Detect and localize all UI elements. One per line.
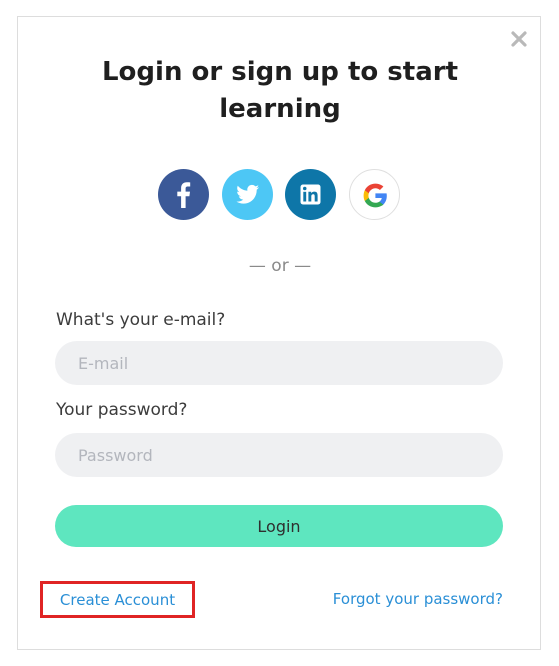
linkedin-login-button[interactable] (285, 169, 336, 220)
google-login-button[interactable] (349, 169, 400, 220)
password-label: Your password? (56, 400, 188, 420)
close-icon[interactable] (508, 28, 530, 50)
facebook-login-button[interactable] (158, 169, 209, 220)
dialog-title: Login or sign up to start learning (101, 57, 459, 124)
email-label: What's your e-mail? (56, 310, 226, 330)
forgot-password-link[interactable]: Forgot your password? (300, 590, 503, 608)
or-divider: — or — (248, 256, 312, 276)
email-input[interactable] (55, 341, 503, 385)
google-icon (363, 183, 387, 208)
login-button[interactable]: Login (55, 505, 503, 547)
twitter-login-button[interactable] (222, 169, 273, 220)
facebook-icon (177, 182, 191, 208)
password-input[interactable] (55, 433, 503, 477)
linkedin-icon (300, 184, 321, 205)
create-account-link[interactable]: Create Account (40, 581, 195, 618)
twitter-icon (236, 184, 259, 204)
